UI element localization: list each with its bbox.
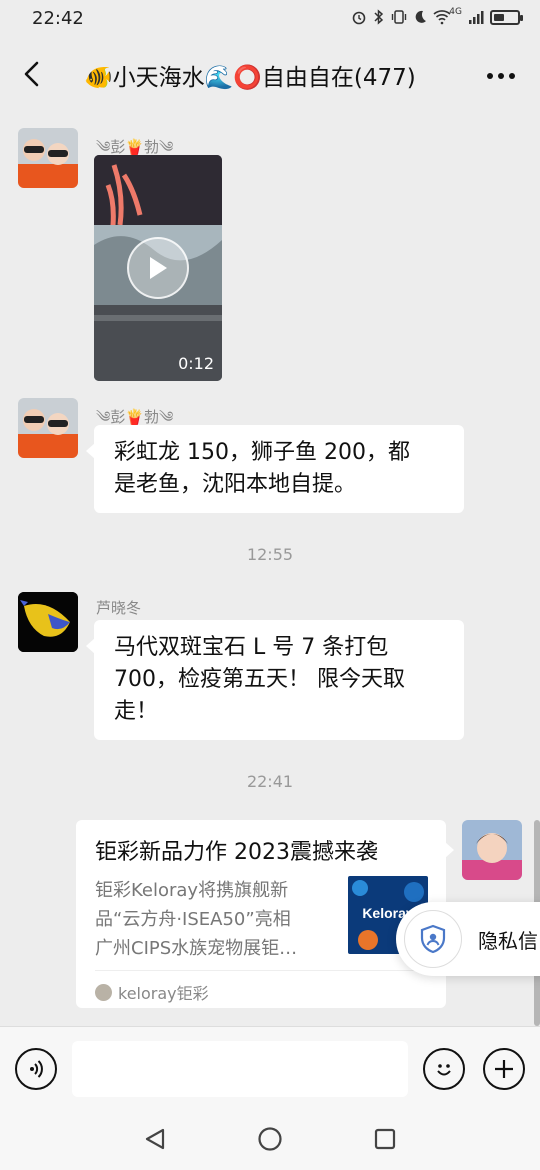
shield-user-icon [404,910,462,968]
card-description-line: 钜彩Keloray将携旗舰新 [95,880,289,901]
chevron-left-icon [24,61,39,87]
plus-icon [495,1060,513,1078]
system-nav-bar [0,1106,540,1170]
avatar[interactable] [18,128,78,188]
timestamp: 22:41 [246,772,294,791]
plus-button[interactable] [483,1048,525,1090]
status-bar: 22:42 4G [0,0,540,40]
nav-recents-button[interactable] [372,1126,398,1152]
message-line: 700，检疫第五天！ 限今天取 [114,667,405,692]
message-line: 是老鱼，沈阳本地自提。 [114,472,357,497]
voice-icon [30,1060,43,1078]
vibrate-icon [392,10,407,24]
card-description-line: 广州CIPS水族宠物展钜… [95,938,298,959]
timestamp: 12:55 [246,545,294,564]
video-message[interactable]: 0:12 [94,155,222,381]
privacy-popup[interactable]: 隐私信 [396,902,540,976]
card-description: 钜彩Keloray将携旗舰新 品“云方舟·ISEA50”亮相 广州CIPS水族宠… [95,876,333,963]
sender-name: 芦晓冬 [96,599,142,617]
network-label: 4G [449,7,462,17]
home-circle-icon [258,1127,282,1151]
card-description-line: 品“云方舟·ISEA50”亮相 [95,909,291,930]
message-bubble[interactable]: 彩虹龙 150，狮子鱼 200，都 是老鱼，沈阳本地自提。 [86,425,464,513]
avatar[interactable] [18,592,78,652]
source-logo-icon [95,983,112,1001]
video-duration: 0:12 [178,354,214,373]
message-input[interactable] [72,1041,408,1097]
link-card[interactable]: 钜彩新品力作 2023震撼来袭 钜彩Keloray将携旗舰新 品“云方舟·ISE… [76,820,454,1008]
message-line: 走！ [114,699,159,724]
message-line: 彩虹龙 150，狮子鱼 200，都 [114,440,410,465]
card-title: 钜彩新品力作 2023震撼来袭 [95,840,378,865]
status-time: 22:42 [32,8,84,29]
voice-button[interactable] [15,1048,57,1090]
card-source-label: keloray钜彩 [118,984,209,1003]
privacy-label: 隐私信 [478,928,538,953]
card-source: keloray钜彩 [95,980,209,1004]
message-bubble[interactable]: 马代双斑宝石 L 号 7 条打包 700，检疫第五天！ 限今天取 走！ [86,620,464,740]
play-icon [150,257,167,279]
chat-header: 🐠小天海水🌊⭕自由自在(477) [0,40,540,108]
avatar[interactable] [18,398,78,458]
input-bar [0,1026,540,1106]
nav-home-button[interactable] [257,1126,283,1152]
own-avatar[interactable] [462,820,522,880]
back-triangle-icon [145,1128,165,1150]
card-divider [95,970,427,971]
bluetooth-icon [374,9,384,25]
emoji-button[interactable] [423,1048,465,1090]
nav-back-button[interactable] [142,1126,168,1152]
more-horizontal-icon [487,73,515,79]
status-icons: 4G [351,7,523,25]
back-button[interactable] [14,56,50,92]
more-button[interactable] [486,58,516,86]
emoji-icon [437,1064,451,1076]
alarm-icon [352,11,366,25]
play-button[interactable] [127,237,189,299]
signal-icon [469,11,484,24]
chat-title[interactable]: 🐠小天海水🌊⭕自由自在(477) [84,58,456,92]
moon-icon [415,10,427,23]
message-line: 马代双斑宝石 L 号 7 条打包 [114,635,389,660]
recents-square-icon [374,1128,396,1150]
battery-icon [490,9,523,25]
